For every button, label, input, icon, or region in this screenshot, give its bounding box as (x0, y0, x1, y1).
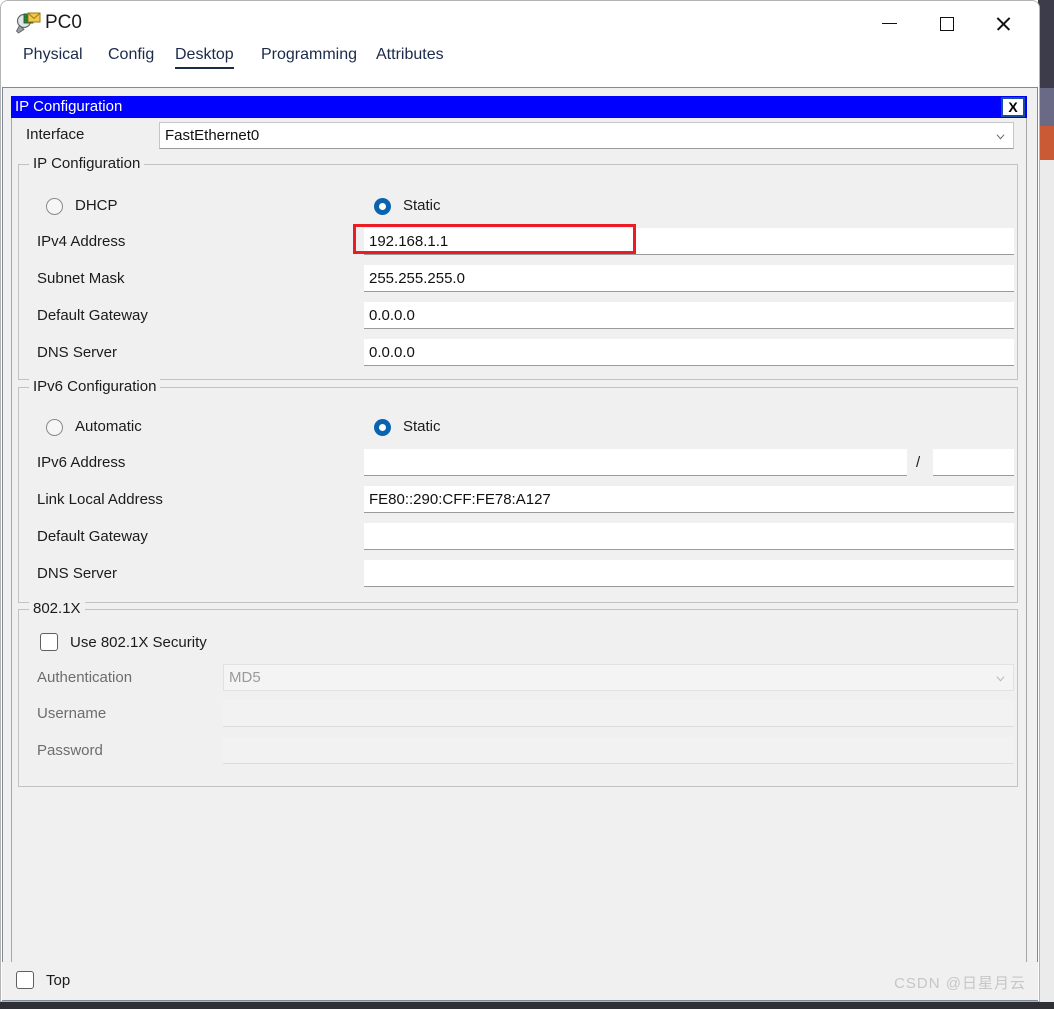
interface-select-value: FastEthernet0 (165, 127, 260, 144)
use-802-1x-security-label: Use 802.1X Security (70, 634, 207, 651)
ip-configuration-dialog-close-button[interactable]: X (1001, 97, 1025, 117)
watermark: CSDN @日星月云 (894, 975, 1026, 992)
ipv6-dns-server-label: DNS Server (37, 565, 118, 582)
chevron-down-icon (996, 134, 1005, 140)
packet-tracer-inspect-icon (15, 10, 41, 36)
ipv6-prefix-length-input[interactable] (933, 449, 1014, 476)
chevron-down-icon (996, 676, 1005, 682)
subnet-mask-input[interactable] (364, 265, 1014, 292)
interface-select[interactable]: FastEthernet0 (159, 122, 1014, 149)
ip-configuration-dialog: IP Configuration X Interface FastEtherne… (11, 96, 1027, 976)
desktop-panel: IP Configuration X Interface FastEtherne… (2, 87, 1038, 1001)
ipv4-configuration-legend: IP Configuration (29, 155, 145, 172)
ipv4-static-radio[interactable] (374, 198, 391, 215)
title-bar: PC0 (1, 1, 1039, 46)
tab-programming[interactable]: Programming (261, 46, 357, 67)
tab-physical[interactable]: Physical (23, 46, 83, 67)
tab-bar: Physical Config Desktop Programming Attr… (1, 46, 1039, 74)
authentication-select-value: MD5 (229, 669, 261, 686)
tab-attributes[interactable]: Attributes (376, 46, 444, 67)
ipv6-dns-server-input[interactable] (364, 560, 1014, 587)
link-local-address-label: Link Local Address (37, 491, 163, 508)
background-app-bottom-strip (0, 1002, 1054, 1009)
ipv6-static-radio[interactable] (374, 419, 391, 436)
ipv4-default-gateway-input[interactable] (364, 302, 1014, 329)
ipv6-static-radio-label: Static (403, 418, 441, 435)
window-title: PC0 (45, 12, 82, 33)
dot1x-legend: 802.1X (29, 600, 85, 617)
ipv4-address-label: IPv4 Address (37, 233, 126, 250)
screen: PC0 Physical Config Desktop Programming … (0, 0, 1054, 1009)
close-icon (995, 15, 1012, 32)
dhcp-radio[interactable] (46, 198, 63, 215)
minimize-button[interactable] (863, 1, 915, 46)
authentication-label: Authentication (37, 669, 133, 686)
subnet-mask-label: Subnet Mask (37, 270, 125, 287)
top-checkbox[interactable] (16, 971, 34, 989)
tab-desktop[interactable]: Desktop (175, 46, 234, 69)
ip-configuration-dialog-body: Interface FastEthernet0 IP Configuration… (11, 118, 1027, 976)
ip-configuration-dialog-title: IP Configuration (15, 98, 123, 115)
dhcp-radio-label: DHCP (75, 197, 118, 214)
ipv6-default-gateway-label: Default Gateway (37, 528, 148, 545)
interface-label: Interface (26, 126, 85, 143)
ipv6-default-gateway-input[interactable] (364, 523, 1014, 550)
dot1x-password-input[interactable] (223, 737, 1014, 764)
ipv6-address-input[interactable] (364, 449, 907, 476)
link-local-address-input[interactable] (364, 486, 1014, 513)
ipv6-automatic-radio-label: Automatic (75, 418, 142, 435)
dot1x-username-input[interactable] (223, 700, 1014, 727)
tab-config[interactable]: Config (108, 46, 154, 67)
ipv4-dns-server-label: DNS Server (37, 344, 118, 361)
use-802-1x-security-checkbox[interactable] (40, 633, 58, 651)
ipv6-prefix-separator: / (916, 454, 921, 471)
dot1x-username-label: Username (37, 705, 107, 722)
ipv4-default-gateway-label: Default Gateway (37, 307, 148, 324)
ipv6-configuration-legend: IPv6 Configuration (29, 378, 161, 395)
maximize-icon (940, 16, 954, 31)
ipv4-dns-server-input[interactable] (364, 339, 1014, 366)
top-checkbox-label: Top (46, 972, 71, 989)
ipv6-address-label: IPv6 Address (37, 454, 126, 471)
background-app-right-strip (1038, 0, 1054, 1009)
dot1x-password-label: Password (37, 742, 103, 759)
maximize-button[interactable] (921, 1, 973, 46)
ipv6-automatic-radio[interactable] (46, 419, 63, 436)
ipv4-static-radio-label: Static (403, 197, 441, 214)
close-button[interactable] (977, 1, 1029, 46)
pc-device-window: PC0 Physical Config Desktop Programming … (0, 0, 1040, 1002)
minimize-icon (881, 23, 897, 24)
ip-configuration-dialog-titlebar: IP Configuration X (11, 96, 1027, 118)
ipv4-address-input[interactable] (364, 228, 1014, 255)
authentication-select[interactable]: MD5 (223, 664, 1014, 691)
bottom-bar: Top CSDN @日星月云 (2, 962, 1038, 1000)
